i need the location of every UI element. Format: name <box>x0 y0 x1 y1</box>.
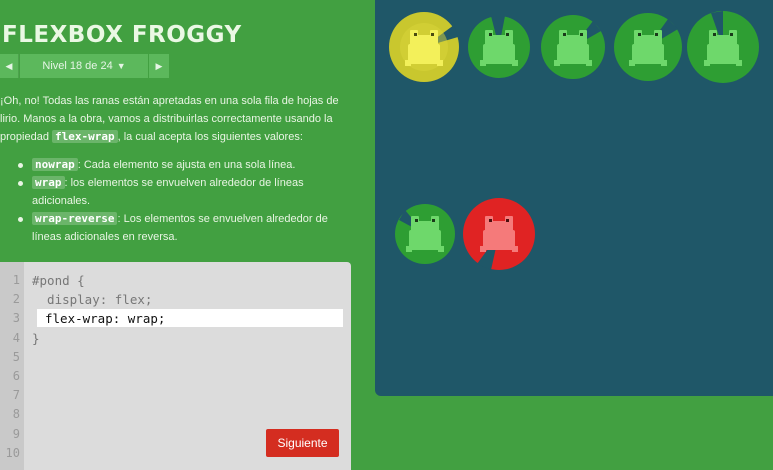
values-list: nowrap: Cada elemento se ajusta en una s… <box>0 156 352 246</box>
line-number: 7 <box>12 388 20 403</box>
line-number: 3 <box>12 311 20 326</box>
next-button[interactable]: Siguiente <box>266 429 339 457</box>
frog-green <box>480 30 518 66</box>
list-item: nowrap: Cada elemento se ajusta en una s… <box>18 156 352 174</box>
frog-green <box>704 30 742 66</box>
line-numbers: 1 2 3 4 5 6 7 8 9 10 <box>0 262 24 470</box>
code-editor: 1 2 3 4 5 6 7 8 9 10 #pond { display: fl… <box>0 262 351 470</box>
triangle-right-icon: ▶ <box>155 60 163 71</box>
instructions-panel: FLEXBOX FROGGY ◀ Nivel 18 de 24 ▼ ▶ ¡Oh,… <box>0 0 375 470</box>
game-title: FLEXBOX FROGGY <box>2 22 242 48</box>
level-indicator[interactable]: Nivel 18 de 24 ▼ <box>20 54 148 78</box>
value-description: : los elementos se envuelven alrededor d… <box>32 177 304 207</box>
next-level-button[interactable]: ▶ <box>149 54 169 78</box>
level-navigation: ◀ Nivel 18 de 24 ▼ ▶ <box>0 54 169 78</box>
line-number: 2 <box>12 292 20 307</box>
value-description: : Cada elemento se ajusta en una sola lí… <box>77 159 296 171</box>
pond-svg <box>389 11 759 270</box>
frog-red <box>480 216 518 252</box>
code-line: display: flex; <box>32 292 153 308</box>
line-number: 5 <box>12 349 20 364</box>
caret-down-icon: ▼ <box>116 61 126 71</box>
code-line: } <box>32 330 40 346</box>
list-item: wrap-reverse: Los elementos se envuelven… <box>18 210 352 246</box>
previous-level-button[interactable]: ◀ <box>0 54 19 78</box>
line-number: 1 <box>12 273 20 287</box>
code-line: #pond { <box>32 273 85 288</box>
line-number: 4 <box>12 330 20 345</box>
instructions-text: ¡Oh, no! Todas las ranas están apretadas… <box>0 92 352 246</box>
line-number: 8 <box>12 407 20 422</box>
line-number: 10 <box>5 445 20 460</box>
property-code: flex-wrap <box>52 130 118 143</box>
intro-paragraph: ¡Oh, no! Todas las ranas están apretadas… <box>0 92 352 146</box>
frog-yellow <box>405 30 443 66</box>
intro-text-end: , la cual acepta los siguientes valores: <box>117 131 303 143</box>
line-number: 6 <box>12 368 20 383</box>
css-input[interactable] <box>37 309 343 327</box>
value-code: nowrap <box>32 158 78 171</box>
frog-green <box>629 30 667 66</box>
frog-green <box>406 216 444 252</box>
frog-green <box>554 30 592 66</box>
level-label: Nivel 18 de 24 <box>42 60 113 72</box>
value-code: wrap <box>32 176 65 189</box>
list-item: wrap: los elementos se envuelven alreded… <box>18 174 352 210</box>
line-number: 9 <box>12 426 20 441</box>
pond-board <box>375 0 773 396</box>
triangle-left-icon: ◀ <box>5 60 13 71</box>
value-code: wrap-reverse <box>32 212 118 225</box>
